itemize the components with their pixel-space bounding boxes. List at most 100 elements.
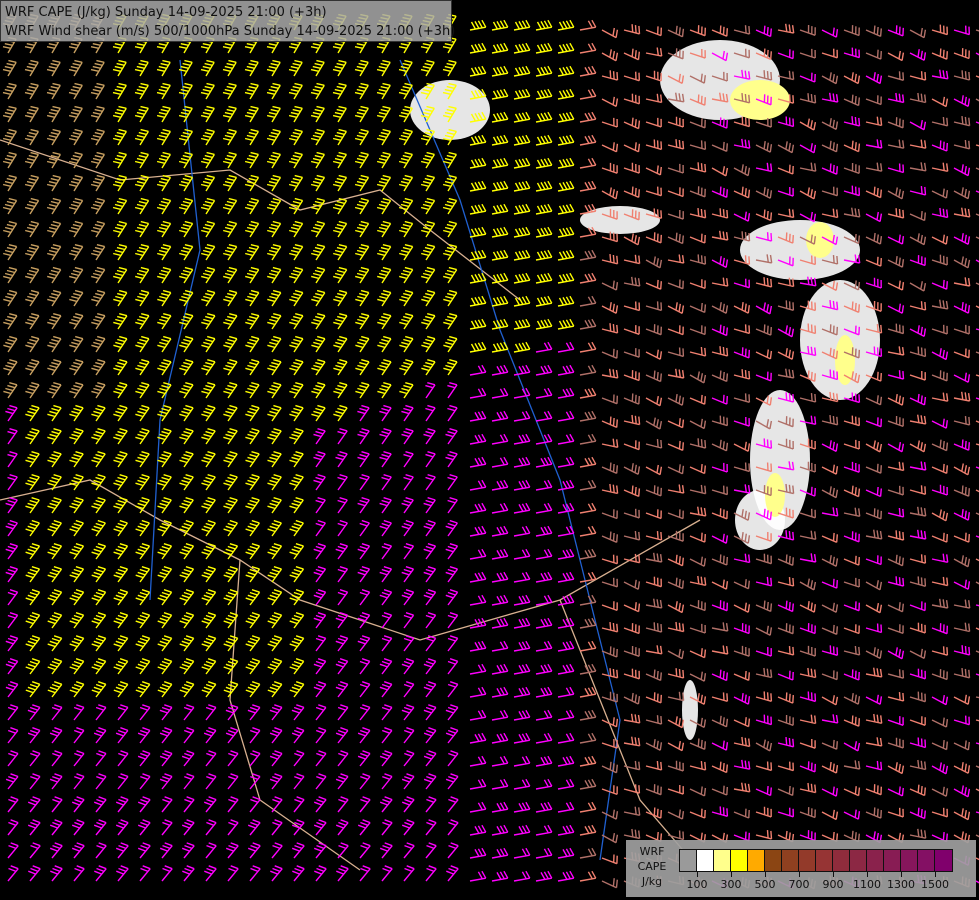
wind-barb (535, 88, 553, 100)
wind-barb (179, 382, 194, 399)
wind-barb (601, 809, 619, 820)
wind-barb (601, 554, 618, 565)
wind-barb (513, 318, 531, 330)
wind-barb (227, 865, 239, 882)
wind-barb (491, 571, 509, 583)
wind-barb (799, 143, 817, 154)
wind-barb (953, 256, 971, 269)
wind-barb (821, 532, 838, 543)
wind-barb (25, 566, 41, 583)
wind-barb (443, 289, 458, 307)
wind-barb (711, 324, 728, 337)
wind-barb (909, 139, 927, 149)
wind-barb (645, 645, 663, 655)
wind-barb (667, 187, 684, 198)
wind-barb (667, 139, 685, 150)
wind-barb (156, 197, 172, 215)
wind-barb (425, 865, 437, 882)
wind-barb (579, 318, 597, 330)
wind-barb (469, 824, 487, 836)
wind-barb (442, 59, 457, 77)
wind-barb (445, 566, 459, 583)
wind-barb (201, 244, 216, 261)
wind-barb (645, 784, 662, 796)
wind-barb (421, 313, 436, 330)
wind-barb (469, 548, 487, 560)
wind-barb (491, 387, 509, 399)
wind-barb (25, 335, 40, 353)
wind-barb (359, 704, 371, 721)
wind-barb (47, 451, 62, 468)
wind-barb (535, 847, 553, 859)
wind-barb (222, 59, 237, 77)
wind-barb (821, 72, 839, 85)
wind-barb (711, 740, 729, 751)
wind-barb (293, 750, 305, 767)
wind-barb (289, 359, 304, 376)
wind-barb (953, 207, 971, 218)
wind-barb (355, 289, 370, 307)
wind-barb (601, 509, 618, 520)
wind-barb (733, 782, 751, 793)
wind-barb (865, 232, 883, 245)
wind-barb (399, 266, 414, 284)
wind-barb (755, 277, 773, 288)
wind-barb (689, 208, 707, 219)
wind-barb (667, 116, 684, 128)
wind-barb (931, 234, 949, 245)
wind-barb (953, 808, 971, 821)
wind-barb (357, 819, 371, 836)
wind-barb (623, 48, 640, 61)
country-border (559, 599, 701, 871)
wind-barb (266, 151, 281, 169)
legend-tick-label: 900 (822, 878, 844, 891)
wind-barb (47, 543, 63, 560)
wind-barb (843, 577, 860, 588)
wind-barb (821, 645, 839, 656)
wind-barb (332, 59, 347, 77)
wind-barb (843, 645, 861, 656)
wind-barb (799, 24, 816, 36)
wind-barb (513, 686, 531, 698)
wind-barb (289, 220, 304, 238)
wind-barb (909, 211, 926, 222)
wind-barb (667, 484, 685, 494)
wind-barb (491, 226, 509, 238)
wind-barb (313, 474, 326, 491)
wind-barb (443, 266, 458, 284)
wind-barb (425, 451, 436, 468)
wind-barb (799, 530, 817, 540)
wind-barb (821, 186, 838, 197)
wind-barb (513, 42, 531, 54)
wind-barb (557, 111, 575, 123)
wind-barb (887, 234, 905, 245)
wind-barb (799, 739, 816, 749)
wind-barb (183, 773, 195, 790)
wind-barb (91, 612, 107, 629)
wind-barb (821, 140, 839, 153)
wind-barb (887, 187, 905, 200)
wind-barb (113, 266, 128, 284)
wind-barb (156, 128, 171, 146)
wind-barb (909, 186, 927, 196)
wind-barb (579, 525, 597, 537)
wind-barb (513, 272, 531, 284)
wind-barb (821, 695, 839, 706)
wind-barb (95, 750, 107, 767)
wind-barb (183, 704, 195, 721)
wind-barb (25, 359, 40, 376)
wind-barb (579, 456, 597, 468)
wind-barb (178, 128, 193, 146)
wind-barb (313, 566, 327, 583)
wind-barb (401, 428, 414, 445)
wind-barb (711, 25, 728, 37)
wind-barb (135, 220, 150, 238)
wind-barb (291, 704, 305, 721)
wind-barb (513, 203, 531, 215)
wind-barb (29, 842, 41, 859)
wind-barb (443, 244, 458, 261)
wind-barb (223, 313, 238, 330)
wind-barb (931, 24, 948, 36)
wind-barb (843, 439, 860, 450)
wind-barb (755, 625, 773, 636)
